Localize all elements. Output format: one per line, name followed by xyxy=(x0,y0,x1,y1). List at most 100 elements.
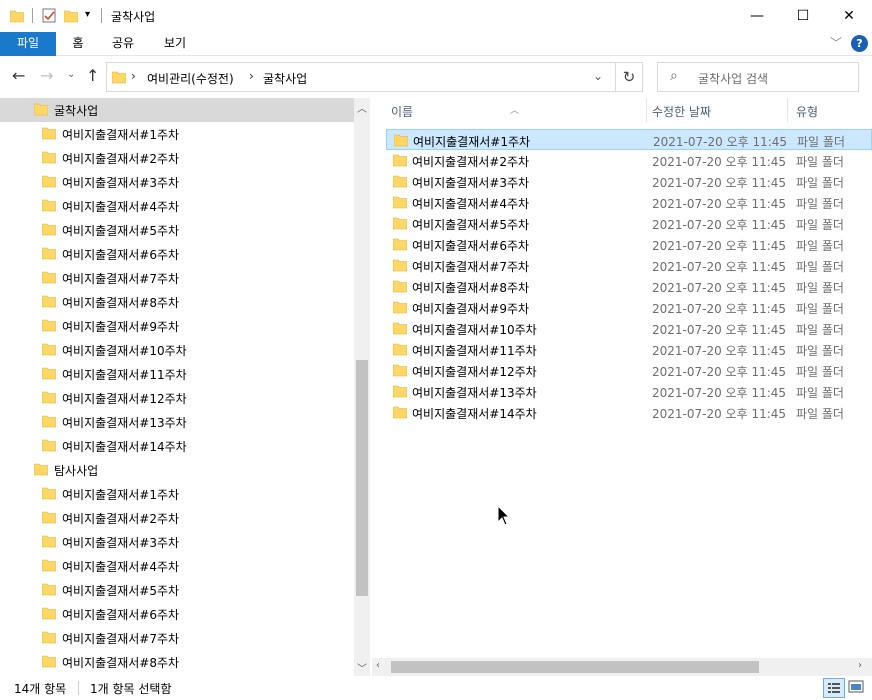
address-dropdown-chevron-icon[interactable]: ⌄ xyxy=(593,69,603,83)
file-type: 파일 폴더 xyxy=(796,218,844,232)
maximize-button[interactable]: ☐ xyxy=(780,0,826,32)
nav-tree-item[interactable]: 여비지출결재서#3주차 xyxy=(0,170,354,194)
nav-tree-item[interactable]: 여비지출결재서#11주차 xyxy=(0,362,354,386)
file-row[interactable]: 여비지출결재서#9주차 2021-07-20 오후 11:45 파일 폴더 xyxy=(386,297,872,318)
nav-tree-item-label: 여비지출결재서#6주차 xyxy=(62,608,180,622)
nav-tree-item[interactable]: 여비지출결재서#1주차 xyxy=(0,482,354,506)
file-row[interactable]: 여비지출결재서#11주차 2021-07-20 오후 11:45 파일 폴더 xyxy=(386,339,872,360)
minimize-button[interactable]: — xyxy=(734,0,780,32)
breadcrumb-item[interactable]: 굴착사업 xyxy=(263,70,307,87)
scroll-down-arrow-icon[interactable]: ﹀ xyxy=(357,660,367,675)
tab-view[interactable]: 보기 xyxy=(152,32,198,56)
large-icons-view-button[interactable] xyxy=(846,678,868,698)
back-arrow-icon[interactable]: ← xyxy=(12,66,25,85)
nav-tree-item[interactable]: 여비지출결재서#2주차 xyxy=(0,506,354,530)
column-header-name[interactable]: ︿ 이름 xyxy=(372,98,646,122)
nav-tree-item-label: 여비지출결재서#1주차 xyxy=(62,488,180,502)
forward-arrow-icon[interactable]: → xyxy=(40,66,53,85)
file-row[interactable]: 여비지출결재서#13주차 2021-07-20 오후 11:45 파일 폴더 xyxy=(386,381,872,402)
scroll-right-arrow-icon[interactable]: › xyxy=(858,660,862,671)
nav-tree-item[interactable]: 여비지출결재서#6주차 xyxy=(0,602,354,626)
navigation-pane-scrollbar[interactable]: ︿ ﹀ xyxy=(354,98,370,676)
nav-tree-item[interactable]: 여비지출결재서#8주차 xyxy=(0,650,354,674)
up-arrow-icon[interactable]: ↑ xyxy=(86,66,99,85)
nav-tree-item[interactable]: 여비지출결재서#14주차 xyxy=(0,434,354,458)
column-type-label: 유형 xyxy=(796,105,819,119)
nav-tree-item-label: 여비지출결재서#8주차 xyxy=(62,296,180,310)
file-name: 여비지출결재서#2주차 xyxy=(412,155,530,169)
file-name: 여비지출결재서#3주차 xyxy=(412,176,530,190)
folder-icon xyxy=(393,238,407,251)
close-button[interactable]: ✕ xyxy=(826,0,872,32)
nav-tree-item[interactable]: 여비지출결재서#4주차 xyxy=(0,194,354,218)
file-row[interactable]: 여비지출결재서#6주차 2021-07-20 오후 11:45 파일 폴더 xyxy=(386,234,872,255)
search-box[interactable]: ⌕ 굴착사업 검색 xyxy=(657,62,859,92)
file-row[interactable]: 여비지출결재서#2주차 2021-07-20 오후 11:45 파일 폴더 xyxy=(386,150,872,171)
scrollbar-thumb[interactable] xyxy=(356,360,368,596)
nav-tree-item[interactable]: 여비지출결재서#1주차 xyxy=(0,122,354,146)
column-header-type[interactable]: 유형 xyxy=(788,98,872,122)
nav-tree-item-label: 여비지출결재서#13주차 xyxy=(62,416,187,430)
nav-tree-item[interactable]: 굴착사업 xyxy=(0,98,354,122)
scroll-left-arrow-icon[interactable]: ‹ xyxy=(376,660,380,671)
help-button[interactable]: ? xyxy=(851,35,868,52)
details-view-icon xyxy=(828,683,840,693)
new-folder-icon[interactable] xyxy=(64,8,78,24)
file-row[interactable]: 여비지출결재서#10주차 2021-07-20 오후 11:45 파일 폴더 xyxy=(386,318,872,339)
file-name: 여비지출결재서#6주차 xyxy=(412,239,530,253)
nav-tree-item[interactable]: 여비지출결재서#8주차 xyxy=(0,290,354,314)
file-row[interactable]: 여비지출결재서#7주차 2021-07-20 오후 11:45 파일 폴더 xyxy=(386,255,872,276)
details-view-button[interactable] xyxy=(823,678,845,698)
tab-share[interactable]: 공유 xyxy=(100,32,146,56)
file-list-horizontal-scrollbar[interactable]: ‹ › xyxy=(372,658,872,676)
file-name: 여비지출결재서#4주차 xyxy=(412,197,530,211)
nav-tree-item[interactable]: 여비지출결재서#5주차 xyxy=(0,218,354,242)
file-row[interactable]: 여비지출결재서#14주차 2021-07-20 오후 11:45 파일 폴더 xyxy=(386,402,872,423)
file-row[interactable]: 여비지출결재서#5주차 2021-07-20 오후 11:45 파일 폴더 xyxy=(386,213,872,234)
breadcrumb-item[interactable]: 여비관리(수정전) xyxy=(147,70,234,87)
tab-home[interactable]: 홈 xyxy=(60,32,96,56)
nav-tree-item[interactable]: 여비지출결재서#3주차 xyxy=(0,530,354,554)
scroll-up-arrow-icon[interactable]: ︿ xyxy=(357,100,367,115)
nav-tree-item-label: 여비지출결재서#14주차 xyxy=(62,440,187,454)
folder-icon xyxy=(42,343,56,356)
nav-tree-item[interactable]: 여비지출결재서#4주차 xyxy=(0,554,354,578)
tab-file[interactable]: 파일 xyxy=(0,32,56,56)
address-bar[interactable]: › 여비관리(수정전) › 굴착사업 ⌄ xyxy=(106,62,616,92)
properties-icon[interactable] xyxy=(42,8,56,24)
nav-tree-item[interactable]: 여비지출결재서#7주차 xyxy=(0,626,354,650)
folder-icon xyxy=(393,364,407,377)
nav-tree-item-label: 굴착사업 xyxy=(54,104,99,118)
sort-ascending-icon: ︿ xyxy=(510,106,520,116)
file-row[interactable]: 여비지출결재서#12주차 2021-07-20 오후 11:45 파일 폴더 xyxy=(386,360,872,381)
file-row[interactable]: 여비지출결재서#1주차 2021-07-20 오후 11:45 파일 폴더 xyxy=(386,129,872,150)
breadcrumb-separator-icon[interactable]: › xyxy=(131,69,136,83)
scrollbar-thumb[interactable] xyxy=(391,661,759,673)
file-row[interactable]: 여비지출결재서#3주차 2021-07-20 오후 11:45 파일 폴더 xyxy=(386,171,872,192)
nav-tree-item[interactable]: 여비지출결재서#9주차 xyxy=(0,314,354,338)
refresh-icon[interactable]: ↻ xyxy=(616,62,643,92)
nav-tree-item[interactable]: 여비지출결재서#13주차 xyxy=(0,410,354,434)
nav-tree-item[interactable]: 여비지출결재서#7주차 xyxy=(0,266,354,290)
file-row[interactable]: 여비지출결재서#4주차 2021-07-20 오후 11:45 파일 폴더 xyxy=(386,192,872,213)
customize-toolbar-dropdown-icon[interactable]: ▾ xyxy=(85,9,90,25)
nav-tree-item[interactable]: 여비지출결재서#10주차 xyxy=(0,338,354,362)
nav-tree-item[interactable]: 여비지출결재서#2주차 xyxy=(0,146,354,170)
nav-tree-item[interactable]: 여비지출결재서#6주차 xyxy=(0,242,354,266)
recent-locations-chevron-icon[interactable]: ⌄ xyxy=(67,69,75,80)
column-header-date[interactable]: 수정한 날짜 xyxy=(647,98,787,122)
file-date: 2021-07-20 오후 11:45 xyxy=(652,281,787,295)
expand-ribbon-chevron-icon[interactable]: ﹀ xyxy=(830,34,842,51)
nav-tree-item[interactable]: 여비지출결재서#12주차 xyxy=(0,386,354,410)
search-placeholder[interactable]: 굴착사업 검색 xyxy=(698,70,768,87)
file-date: 2021-07-20 오후 11:45 xyxy=(652,218,787,232)
nav-tree-item-label: 여비지출결재서#3주차 xyxy=(62,536,180,550)
nav-tree-item[interactable]: 여비지출결재서#5주차 xyxy=(0,578,354,602)
folder-icon xyxy=(42,535,56,548)
nav-tree-item[interactable]: 탐사사업 xyxy=(0,458,354,482)
file-name: 여비지출결재서#1주차 xyxy=(413,135,531,149)
folder-icon xyxy=(393,175,407,188)
folder-icon xyxy=(394,134,408,147)
file-row[interactable]: 여비지출결재서#8주차 2021-07-20 오후 11:45 파일 폴더 xyxy=(386,276,872,297)
breadcrumb-separator-icon[interactable]: › xyxy=(249,69,254,83)
